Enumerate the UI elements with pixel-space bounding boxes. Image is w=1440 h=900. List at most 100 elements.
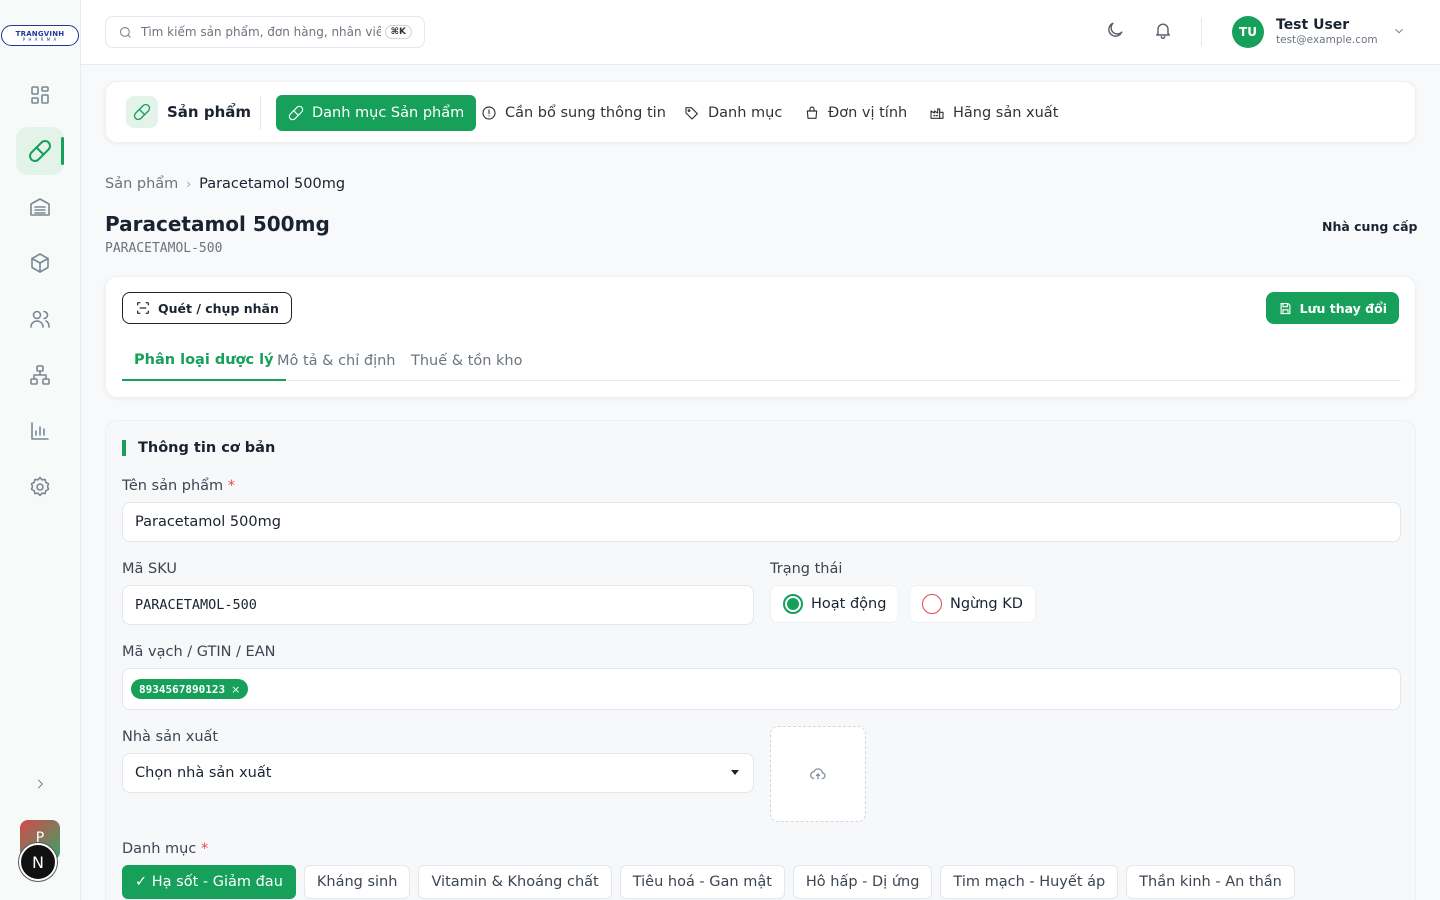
moon-icon xyxy=(1108,22,1123,37)
category-chip[interactable]: Kháng sinh xyxy=(303,865,411,899)
sku-input[interactable]: PARACETAMOL-500 xyxy=(122,585,754,625)
tab-product-catalog[interactable]: Danh mục Sản phẩm xyxy=(276,95,477,131)
cloud-upload-icon xyxy=(810,768,826,780)
tab-tax-stock[interactable]: Thuế & tồn kho xyxy=(399,341,535,381)
box-icon xyxy=(31,253,49,273)
basic-info-card: Thông tin cơ bản Tên sản phẩm * Paraceta… xyxy=(105,420,1416,900)
section-title: Thông tin cơ bản xyxy=(122,440,275,456)
sidebar: TRANGVINH P H A R M A P N xyxy=(0,0,81,900)
sidebar-item-dashboard[interactable] xyxy=(16,71,64,119)
page-title: Paracetamol 500mg xyxy=(105,212,330,236)
bell-icon xyxy=(1156,23,1170,39)
theme-toggle-button[interactable] xyxy=(1105,20,1129,44)
chevron-right-icon xyxy=(37,779,44,789)
search-icon xyxy=(119,26,131,38)
barcode-chip-value: 8934567890123 xyxy=(139,682,226,696)
sidebar-item-organization[interactable] xyxy=(16,351,64,399)
search-shortcut-badge: ⌘K xyxy=(384,25,412,39)
sidebar-item-products[interactable] xyxy=(16,127,64,175)
radio-unchecked-icon xyxy=(922,594,942,614)
users-icon xyxy=(30,310,50,328)
user-name[interactable]: Test User xyxy=(1276,17,1349,33)
category-chip[interactable]: Hô hấp - Dị ứng xyxy=(792,865,933,899)
tab-pharmacological[interactable]: Phân loại dược lý xyxy=(122,341,286,381)
save-button[interactable]: Lưu thay đổi xyxy=(1265,292,1399,324)
tab-label: Đơn vị tính xyxy=(828,105,908,121)
category-chip[interactable]: Vitamin & Khoáng chất xyxy=(418,865,612,899)
barcode-input[interactable]: 8934567890123 × xyxy=(122,668,1401,710)
user-avatar-small[interactable]: N xyxy=(19,843,57,881)
product-subnav: Sản phẩm Danh mục Sản phẩm Cần bổ sung t… xyxy=(105,81,1416,143)
dashboard-icon xyxy=(31,86,49,104)
notifications-button[interactable] xyxy=(1153,20,1177,44)
scan-icon xyxy=(137,302,149,314)
subnav-title: Sản phẩm xyxy=(167,103,251,121)
sidebar-item-warehouse[interactable] xyxy=(16,183,64,231)
category-label: Danh mục * xyxy=(122,841,208,857)
chevron-down-icon xyxy=(1395,28,1403,34)
radio-checked-icon xyxy=(783,594,803,614)
status-label: Trạng thái xyxy=(770,561,843,577)
sidebar-expand-button[interactable] xyxy=(28,772,52,796)
product-actions-card: Quét / chụp nhãn Lưu thay đổi Phân loại … xyxy=(105,276,1416,398)
pill-icon xyxy=(288,105,304,121)
alert-circle-icon xyxy=(482,106,496,120)
tab-label: Cần bổ sung thông tin xyxy=(505,105,666,121)
category-chip-group: ✓ Hạ sốt - Giảm đau Kháng sinh Vitamin &… xyxy=(122,865,1295,899)
org-chart-icon xyxy=(30,365,50,385)
user-avatar[interactable]: TU xyxy=(1232,16,1264,48)
status-inactive-label: Ngừng KD xyxy=(950,596,1023,612)
tab-units[interactable]: Đơn vị tính xyxy=(792,95,919,131)
category-chip[interactable]: Thần kinh - An thần xyxy=(1126,865,1295,899)
products-brand-badge xyxy=(126,96,158,128)
status-inactive-radio[interactable]: Ngừng KD xyxy=(909,585,1036,623)
tab-description[interactable]: Mô tả & chỉ định xyxy=(265,341,408,381)
scan-button-label: Quét / chụp nhãn xyxy=(158,300,279,316)
chevron-right-icon: › xyxy=(186,177,192,191)
logo-subtext: P H A R M A xyxy=(22,36,58,42)
sidebar-item-users[interactable] xyxy=(16,295,64,343)
required-mark: * xyxy=(200,841,209,857)
manufacturer-label: Nhà sản xuất xyxy=(122,729,219,745)
search-input[interactable] xyxy=(141,25,381,39)
product-name-input[interactable]: Paracetamol 500mg xyxy=(122,502,1401,542)
form-tabs: Phân loại dược lý Mô tả & chỉ định Thuế … xyxy=(122,341,1401,381)
global-search[interactable]: ⌘K xyxy=(105,16,425,48)
sidebar-item-reports[interactable] xyxy=(16,407,64,455)
top-header: ⌘K TU Test User test@example.com xyxy=(81,0,1440,65)
tab-label: Danh mục Sản phẩm xyxy=(312,105,465,121)
category-chip[interactable]: ✓ Hạ sốt - Giảm đau xyxy=(122,865,296,899)
chart-icon xyxy=(31,422,49,440)
sidebar-item-settings[interactable] xyxy=(16,463,64,511)
brand-logo[interactable]: TRANGVINH P H A R M A xyxy=(1,25,79,46)
product-name-label-text: Tên sản phẩm xyxy=(122,478,224,494)
breadcrumb-current: Paracetamol 500mg xyxy=(199,176,346,192)
breadcrumb-parent[interactable]: Sản phẩm xyxy=(105,176,178,192)
category-label-text: Danh mục xyxy=(122,841,197,857)
tab-manufacturers[interactable]: Hãng sản xuất xyxy=(917,95,1070,131)
status-active-radio[interactable]: Hoạt động xyxy=(770,585,900,623)
close-icon[interactable]: × xyxy=(231,683,240,696)
factory-icon xyxy=(930,108,944,119)
bag-icon xyxy=(806,106,818,119)
page-subtitle-sku: PARACETAMOL-500 xyxy=(105,241,223,256)
status-active-label: Hoạt động xyxy=(811,596,887,612)
breadcrumb: Sản phẩm › Paracetamol 500mg xyxy=(105,176,345,192)
user-menu-toggle[interactable] xyxy=(1392,24,1406,42)
manufacturer-select[interactable]: Chọn nhà sản xuất xyxy=(122,753,754,793)
tab-categories[interactable]: Danh mục xyxy=(672,95,794,131)
product-name-label: Tên sản phẩm * xyxy=(122,478,235,494)
category-chip[interactable]: Tim mạch - Huyết áp xyxy=(940,865,1119,899)
image-upload-dropzone[interactable] xyxy=(770,726,866,822)
category-chip[interactable]: Tiêu hoá - Gan mật xyxy=(619,865,785,899)
sidebar-item-inventory[interactable] xyxy=(16,239,64,287)
supplier-link[interactable]: Nhà cung cấp xyxy=(1322,219,1417,234)
subnav-divider xyxy=(260,96,261,130)
tab-label: Danh mục xyxy=(708,105,783,121)
tab-needs-info[interactable]: Cần bổ sung thông tin xyxy=(469,95,678,131)
warehouse-icon xyxy=(30,198,50,216)
gear-icon xyxy=(30,476,50,497)
sku-label: Mã SKU xyxy=(122,561,177,577)
scan-label-button[interactable]: Quét / chụp nhãn xyxy=(122,292,292,324)
required-mark: * xyxy=(227,478,236,494)
